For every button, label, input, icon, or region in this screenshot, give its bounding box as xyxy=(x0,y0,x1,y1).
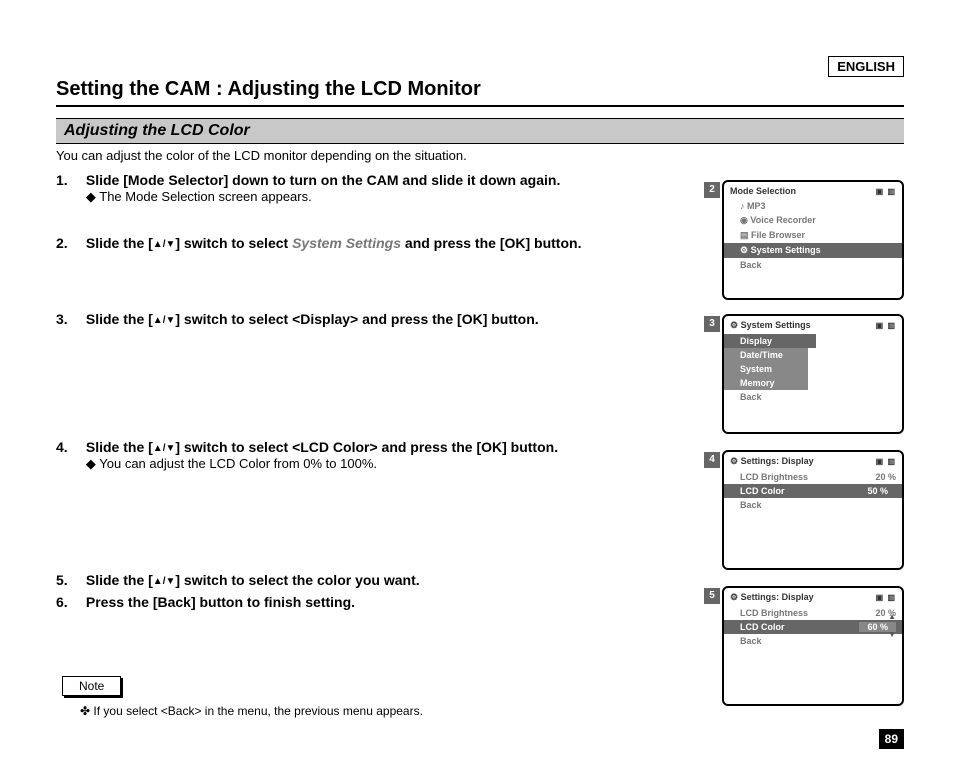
updown-icon: ▲/▼ xyxy=(153,239,176,250)
status-icons: ▣ ▥ xyxy=(876,187,896,196)
screen-thumb-3: 3 ⚙ System Settings▣ ▥ Display Date/Time… xyxy=(722,314,904,434)
menu-item: Memory xyxy=(724,376,808,390)
step-number: 5. xyxy=(56,572,82,588)
setting-row: LCD Brightness20 % xyxy=(724,470,902,484)
setting-row-selected: LCD Color50 % xyxy=(724,484,902,498)
menu-back: Back xyxy=(724,390,902,404)
step-subtext: ◆ The Mode Selection screen appears. xyxy=(86,189,312,204)
step-number: 2. xyxy=(56,235,82,251)
step-text: ] switch to select <Display> and press t… xyxy=(175,311,538,327)
status-icons: ▣ ▥ xyxy=(876,321,896,330)
setting-row: LCD Brightness20 % xyxy=(724,606,902,620)
page-title: Setting the CAM : Adjusting the LCD Moni… xyxy=(56,78,904,107)
menu-item: System xyxy=(724,362,808,376)
updown-icon: ▲/▼ xyxy=(153,443,176,454)
thumb-title: ⚙ System Settings xyxy=(730,320,811,331)
menu-item: Date/Time xyxy=(724,348,808,362)
setting-row-selected: LCD Color60 % xyxy=(724,620,902,634)
step-text: ] switch to select xyxy=(175,235,292,251)
step-text: and press the [OK] button. xyxy=(401,235,581,251)
screen-thumb-5: 5 ⚙ Settings: Display▣ ▥ LCD Brightness2… xyxy=(722,586,904,706)
language-box: ENGLISH xyxy=(828,56,904,77)
step-2: 2. Slide the [▲/▼] switch to select Syst… xyxy=(56,235,756,251)
status-icons: ▣ ▥ xyxy=(876,593,896,602)
step-5: 5. Slide the [▲/▼] switch to select the … xyxy=(56,572,756,588)
step-number: 3. xyxy=(56,311,82,327)
step-4: 4. Slide the [▲/▼] switch to select <LCD… xyxy=(56,439,756,472)
step-text: Slide [Mode Selector] down to turn on th… xyxy=(86,172,560,188)
step-text: ] switch to select <LCD Color> and press… xyxy=(175,439,558,455)
step-text: Slide the [ xyxy=(86,572,153,588)
screen-thumb-4: 4 ⚙ Settings: Display▣ ▥ LCD Brightness2… xyxy=(722,450,904,570)
steps-list: 1. Slide [Mode Selector] down to turn on… xyxy=(56,172,756,640)
step-subtext: ◆ You can adjust the LCD Color from 0% t… xyxy=(86,456,377,471)
menu-item-selected: Display xyxy=(724,334,816,348)
menu-back: Back xyxy=(724,258,902,272)
screen-thumb-2: 2 Mode Selection▣ ▥ ♪ MP3 ◉ Voice Record… xyxy=(722,180,904,300)
page-number-badge: 89 xyxy=(879,729,904,749)
step-text: Slide the [ xyxy=(86,235,153,251)
menu-item: ◉ Voice Recorder xyxy=(724,213,902,228)
thumb-number: 3 xyxy=(704,316,720,332)
step-6: 6. Press the [Back] button to finish set… xyxy=(56,594,756,610)
intro-text: You can adjust the color of the LCD moni… xyxy=(56,148,467,163)
step-text: ] switch to select the color you want. xyxy=(175,572,419,588)
note-label: Note xyxy=(62,676,121,696)
adjust-arrows-icon: ▲▼ xyxy=(888,612,896,639)
thumb-title: ⚙ Settings: Display xyxy=(730,456,814,467)
step-number: 1. xyxy=(56,172,82,188)
menu-item: ♪ MP3 xyxy=(724,199,902,213)
thumb-title: Mode Selection xyxy=(730,186,796,196)
step-number: 4. xyxy=(56,439,82,455)
thumb-number: 2 xyxy=(704,182,720,198)
menu-item-selected: ⚙ System Settings xyxy=(724,243,902,258)
updown-icon: ▲/▼ xyxy=(153,315,176,326)
step-text: Slide the [ xyxy=(86,439,153,455)
menu-back: Back xyxy=(724,634,902,648)
status-icons: ▣ ▥ xyxy=(876,457,896,466)
section-bar: Adjusting the LCD Color xyxy=(56,118,904,144)
step-text: Slide the [ xyxy=(86,311,153,327)
gray-text: System Settings xyxy=(292,235,401,251)
updown-icon: ▲/▼ xyxy=(153,576,176,587)
menu-item: ▤ File Browser xyxy=(724,228,902,243)
step-1: 1. Slide [Mode Selector] down to turn on… xyxy=(56,172,756,205)
thumb-title: ⚙ Settings: Display xyxy=(730,592,814,603)
note-text: If you select <Back> in the menu, the pr… xyxy=(80,704,423,718)
thumb-number: 4 xyxy=(704,452,720,468)
step-text: Press the [Back] button to finish settin… xyxy=(86,594,355,610)
menu-back: Back xyxy=(724,498,902,512)
step-number: 6. xyxy=(56,594,82,610)
step-3: 3. Slide the [▲/▼] switch to select <Dis… xyxy=(56,311,756,327)
thumb-number: 5 xyxy=(704,588,720,604)
